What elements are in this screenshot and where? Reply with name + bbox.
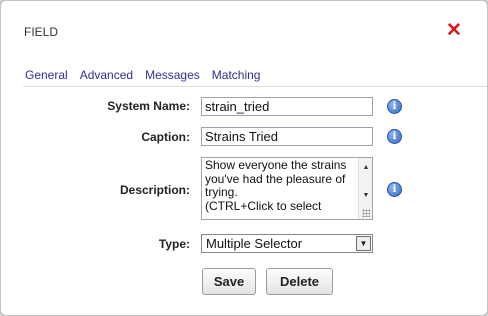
tab-general[interactable]: General xyxy=(23,63,70,86)
caption-input[interactable]: Strains Tried xyxy=(201,127,373,146)
tab-messages[interactable]: Messages xyxy=(143,63,202,86)
system-name-label: System Name: xyxy=(107,99,190,113)
field-dialog: FIELD ✕ General Advanced Messages Matchi… xyxy=(0,0,488,316)
description-line: trying. xyxy=(205,185,238,199)
tab-matching[interactable]: Matching xyxy=(210,63,263,86)
caption-label: Caption: xyxy=(141,130,190,144)
tab-bar: General Advanced Messages Matching xyxy=(23,63,487,87)
type-label: Type: xyxy=(158,237,190,251)
chevron-down-icon[interactable]: ▼ xyxy=(356,236,371,251)
description-line: you've had the pleasure of xyxy=(205,171,346,186)
type-select-value: Multiple Selector xyxy=(206,236,303,251)
description-label: Description: xyxy=(119,183,190,197)
description-line: (CTRL+Click to select xyxy=(205,198,322,213)
tab-advanced[interactable]: Advanced xyxy=(78,63,135,86)
description-line: Show everyone the strains xyxy=(205,158,347,172)
description-info-icon[interactable]: i xyxy=(387,182,402,197)
delete-button[interactable]: Delete xyxy=(266,268,333,295)
type-select[interactable]: Multiple Selector ▼ xyxy=(201,234,373,253)
scroll-up-arrow-icon[interactable]: ▲ xyxy=(361,164,371,172)
description-text: Show everyone the strains you've had the… xyxy=(205,158,355,213)
resize-grip-icon[interactable] xyxy=(362,209,370,217)
system-name-info-icon[interactable]: i xyxy=(387,99,402,114)
close-icon[interactable]: ✕ xyxy=(444,21,464,41)
caption-info-icon[interactable]: i xyxy=(387,129,402,144)
scroll-down-arrow-icon[interactable]: ▼ xyxy=(361,192,371,200)
system-name-input[interactable]: strain_tried xyxy=(201,97,373,116)
save-button[interactable]: Save xyxy=(202,268,256,295)
description-textarea[interactable]: Show everyone the strains you've had the… xyxy=(201,157,373,220)
dialog-title: FIELD xyxy=(24,25,59,39)
